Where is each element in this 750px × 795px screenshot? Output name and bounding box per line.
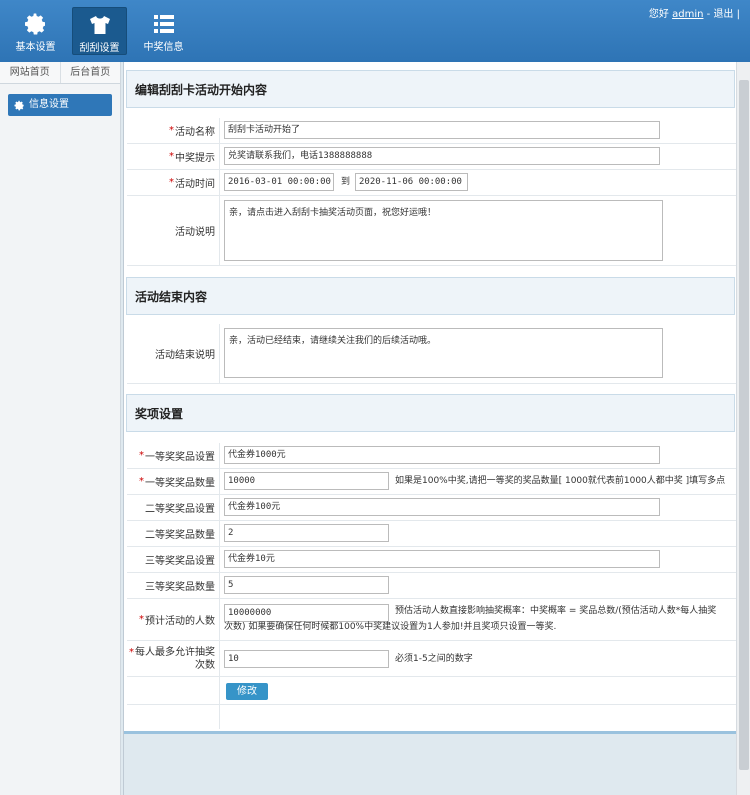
nav-basic-settings[interactable]: 基本设置 <box>8 7 63 55</box>
field-label: * 一等奖奖品数量 <box>127 469 220 494</box>
gear-icon <box>14 100 24 110</box>
prize1-count-input[interactable]: 10000 <box>224 472 389 490</box>
max-draws-input[interactable]: 10 <box>224 650 389 668</box>
shirt-icon <box>89 16 110 34</box>
form-container: 编辑刮刮卡活动开始内容 * 活动名称 刮刮卡活动开始了 * 中奖提示 兑奖请联系我们… <box>124 62 737 734</box>
nav-scratch-settings[interactable]: 刮刮设置 <box>72 7 127 55</box>
sidebar-tabs: 网站首页 后台首页 <box>0 62 120 84</box>
required-mark: * <box>169 151 174 162</box>
top-navigation-bar: 基本设置 刮刮设置 中奖信息 您好 admin - 退出 | <box>0 0 750 62</box>
field-label: 活动说明 <box>127 196 220 265</box>
nav-label: 中奖信息 <box>143 42 184 53</box>
username-link[interactable]: admin <box>672 9 703 20</box>
sidebar-item-info-settings[interactable]: 信息设置 <box>8 94 112 116</box>
required-mark: * <box>169 177 174 188</box>
max-draws-hint: 必须1-5之间的数字 <box>395 654 473 664</box>
main-panel: 编辑刮刮卡活动开始内容 * 活动名称 刮刮卡活动开始了 * 中奖提示 兑奖请联系我们… <box>123 62 737 795</box>
form-row: 二等奖奖品数量 2 <box>127 521 736 547</box>
separator-bar: | <box>736 9 740 20</box>
form-row: * 中奖提示 兑奖请联系我们，电话1388888888 <box>127 144 736 170</box>
section-title-prize: 奖项设置 <box>126 394 735 432</box>
field-label: 三等奖奖品设置 <box>127 547 220 572</box>
tab-site-home[interactable]: 网站首页 <box>0 62 61 83</box>
user-bar: 您好 admin - 退出 | <box>649 5 740 20</box>
form-row: 二等奖奖品设置 代金券100元 <box>127 495 736 521</box>
section-title-end: 活动结束内容 <box>126 277 735 315</box>
field-label: * 中奖提示 <box>127 144 220 169</box>
form-row: 三等奖奖品数量 5 <box>127 573 736 599</box>
form-row: 三等奖奖品设置 代金券10元 <box>127 547 736 573</box>
required-mark: * <box>169 125 174 136</box>
end-time-input[interactable]: 2020-11-06 00:00:00 <box>355 173 468 191</box>
list-icon <box>153 15 174 33</box>
scrollbar-thumb[interactable] <box>739 80 749 770</box>
time-to-label: 到 <box>341 177 351 187</box>
logout-link[interactable]: 退出 <box>713 9 733 20</box>
nav-label: 刮刮设置 <box>79 43 120 54</box>
form-row: *每人最多允许抽奖 次数 10 必须1-5之间的数字 <box>127 641 736 677</box>
nav-label: 基本设置 <box>15 42 56 53</box>
required-mark: * <box>139 476 144 487</box>
prize2-count-input[interactable]: 2 <box>224 524 389 542</box>
submit-button[interactable]: 修改 <box>226 683 268 700</box>
field-label <box>127 677 220 704</box>
win-tip-input[interactable]: 兑奖请联系我们，电话1388888888 <box>224 147 660 165</box>
activity-name-input[interactable]: 刮刮卡活动开始了 <box>224 121 660 139</box>
field-label: * 活动时间 <box>127 170 220 195</box>
prize1-count-hint: 如果是100%中奖,请把一等奖的奖品数量[ 1000就代表前1000人都中奖 ]… <box>395 476 726 486</box>
field-label: * 活动名称 <box>127 118 220 143</box>
form-row: * 活动名称 刮刮卡活动开始了 <box>127 118 736 144</box>
prize2-setting-input[interactable]: 代金券100元 <box>224 498 660 516</box>
prize3-setting-input[interactable]: 代金券10元 <box>224 550 660 568</box>
nav-winning-info[interactable]: 中奖信息 <box>136 7 191 55</box>
field-label: 二等奖奖品数量 <box>127 521 220 546</box>
vertical-scrollbar[interactable] <box>736 62 750 795</box>
form-row: * 一等奖奖品数量 10000 如果是100%中奖,请把一等奖的奖品数量[ 100… <box>127 469 736 495</box>
form-row: 活动结束说明 亲，活动已经结束，请继续关注我们的后续活动哦。 <box>127 324 736 384</box>
required-mark: * <box>139 614 144 625</box>
separator: - <box>706 9 711 20</box>
activity-desc-textarea[interactable]: 亲，请点击进入刮刮卡抽奖活动页面，祝您好运哦！ <box>224 200 663 261</box>
sidebar-item-label: 信息设置 <box>29 99 69 110</box>
required-mark: * <box>139 450 144 461</box>
required-mark: * <box>129 646 134 658</box>
form-row: 活动说明 亲，请点击进入刮刮卡抽奖活动页面，祝您好运哦！ <box>127 196 736 266</box>
end-desc-textarea[interactable]: 亲，活动已经结束，请继续关注我们的后续活动哦。 <box>224 328 663 378</box>
sidebar: 网站首页 后台首页 信息设置 <box>0 62 121 795</box>
section-title-start: 编辑刮刮卡活动开始内容 <box>126 70 735 108</box>
field-label: 三等奖奖品数量 <box>127 573 220 598</box>
gear-icon <box>24 13 45 35</box>
form-row: * 一等奖奖品设置 代金券1000元 <box>127 443 736 469</box>
form-row: * 预计活动的人数 10000000 预估活动人数直接影响抽奖概率：中奖概率 = … <box>127 599 736 641</box>
field-label: 活动结束说明 <box>127 324 220 383</box>
start-time-input[interactable]: 2016-03-01 00:00:00 <box>224 173 334 191</box>
expected-people-hint-line1: 预估活动人数直接影响抽奖概率：中奖概率 = 奖品总数/(预估活动人数*每人抽奖 <box>395 606 717 616</box>
prize1-setting-input[interactable]: 代金券1000元 <box>224 446 660 464</box>
greeting: 您好 <box>648 9 669 20</box>
expected-people-hint-line2: 次数) 如果要确保任何时候都100%中奖建议设置为1人参加!并且奖项只设置一等奖… <box>224 622 557 632</box>
field-label: * 预计活动的人数 <box>127 599 220 640</box>
prize3-count-input[interactable]: 5 <box>224 576 389 594</box>
tab-admin-home[interactable]: 后台首页 <box>61 62 121 83</box>
form-row: 修改 <box>127 677 736 705</box>
field-label: * 一等奖奖品设置 <box>127 443 220 468</box>
field-label <box>127 705 220 729</box>
form-row: * 活动时间 2016-03-01 00:00:00 到 2020-11-06 0… <box>127 170 736 196</box>
form-row-empty <box>127 705 736 729</box>
field-label: 二等奖奖品设置 <box>127 495 220 520</box>
field-label: *每人最多允许抽奖 次数 <box>127 641 220 676</box>
